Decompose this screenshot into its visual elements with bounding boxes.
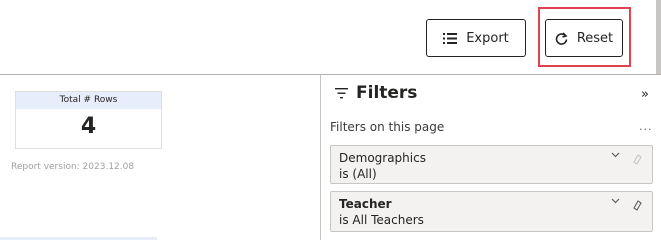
eraser-icon[interactable] xyxy=(631,196,643,215)
reset-button[interactable]: Reset xyxy=(545,19,623,57)
filter-name: Demographics xyxy=(339,151,426,165)
chevron-down-icon[interactable] xyxy=(611,151,620,161)
total-rows-card: Total # Rows 4 xyxy=(15,91,162,149)
filter-icon xyxy=(335,84,348,103)
card-value: 4 xyxy=(80,114,97,139)
filter-card-teacher[interactable]: Teacher is All Teachers xyxy=(330,191,653,232)
scrollbar[interactable] xyxy=(656,0,661,74)
eraser-icon[interactable] xyxy=(631,150,643,169)
double-chevron-right-icon[interactable]: » xyxy=(641,87,649,102)
filter-name: Teacher xyxy=(339,197,392,211)
filters-section-label: Filters on this page xyxy=(330,120,445,134)
filters-header: Filters xyxy=(335,83,417,103)
filter-value: is (All) xyxy=(339,167,377,181)
filter-value: is All Teachers xyxy=(339,213,424,227)
chevron-down-icon[interactable] xyxy=(611,197,620,207)
filters-pane: Filters » Filters on this page ... Demog… xyxy=(320,75,661,240)
filter-card-demographics[interactable]: Demographics is (All) xyxy=(330,145,653,184)
filters-title: Filters xyxy=(356,83,418,103)
card-title: Total # Rows xyxy=(16,92,161,109)
toolbar: Export Reset xyxy=(0,0,661,74)
report-version: Report version: 2023.12.08 xyxy=(11,162,135,172)
export-label: Export xyxy=(466,30,509,46)
reset-label: Reset xyxy=(576,30,614,46)
list-icon xyxy=(443,32,458,44)
more-options-icon[interactable]: ... xyxy=(639,120,653,133)
refresh-icon xyxy=(555,31,568,45)
export-button[interactable]: Export xyxy=(426,19,526,57)
